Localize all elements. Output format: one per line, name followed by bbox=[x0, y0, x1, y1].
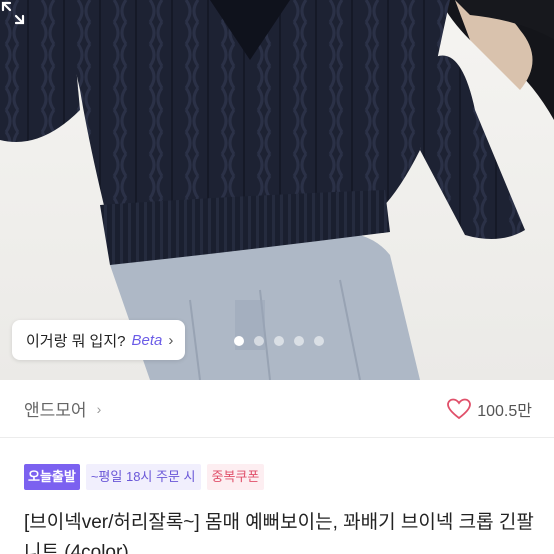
slide-dot[interactable] bbox=[314, 336, 324, 346]
like-button[interactable]: 100.5만 bbox=[447, 397, 532, 421]
slide-dot[interactable] bbox=[274, 336, 284, 346]
store-link[interactable]: 앤드모어 › bbox=[24, 396, 101, 421]
badge-row: 오늘출발 ~평일 18시 주문 시 중복쿠폰 bbox=[24, 464, 265, 490]
try-on-label: 이거랑 뭐 입지? bbox=[26, 332, 126, 350]
try-on-suggestion-button[interactable]: 이거랑 뭐 입지? Beta › bbox=[12, 320, 186, 360]
today-shipping-badge: 오늘출발 bbox=[24, 464, 80, 490]
deadline-badge: ~평일 18시 주문 시 bbox=[85, 464, 201, 490]
expand-icon[interactable] bbox=[0, 0, 26, 26]
chevron-right-icon: › bbox=[96, 400, 102, 417]
slide-dot[interactable] bbox=[254, 336, 264, 346]
product-photo[interactable]: 이거랑 뭐 입지? Beta › bbox=[0, 0, 554, 380]
like-count: 100.5만 bbox=[477, 402, 532, 420]
slide-dot[interactable] bbox=[234, 336, 244, 346]
beta-label: Beta bbox=[131, 331, 163, 349]
store-name: 앤드모어 bbox=[24, 401, 87, 420]
product-info: 오늘출발 ~평일 18시 주문 시 중복쿠폰 [브이넥ver/허리잘록~] 몸매… bbox=[0, 438, 554, 554]
product-title: [브이넥ver/허리잘록~] 몸매 예뻐보이는, 꽈배기 브이넥 크롭 긴팔니트… bbox=[24, 512, 534, 554]
slide-dot[interactable] bbox=[294, 336, 304, 346]
slide-indicator bbox=[234, 336, 324, 346]
coupon-badge: 중복쿠폰 bbox=[206, 464, 265, 490]
chevron-right-icon: › bbox=[168, 331, 174, 349]
heart-icon bbox=[447, 398, 472, 419]
store-row: 앤드모어 › 100.5만 bbox=[0, 380, 554, 438]
